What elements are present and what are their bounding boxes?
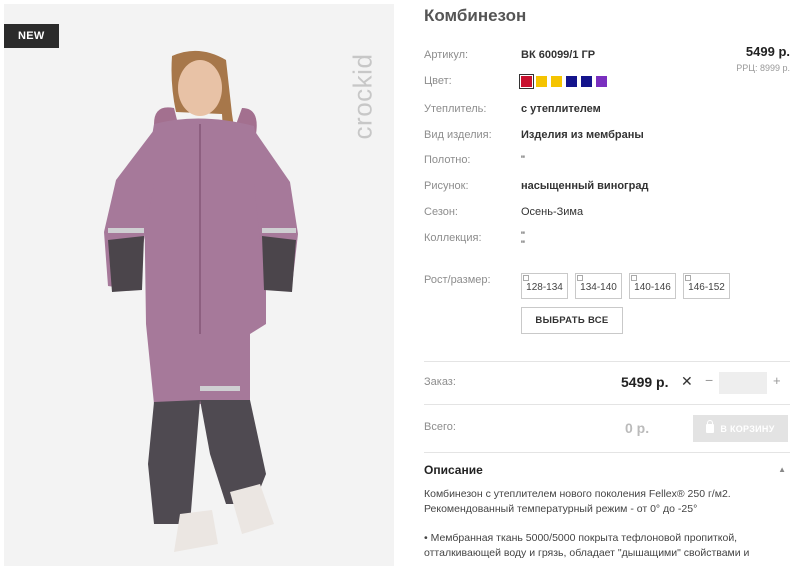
color-swatches (519, 74, 607, 89)
size-option[interactable]: 134-140 (575, 273, 622, 299)
divider (424, 361, 790, 362)
product-photo[interactable]: NEW crockid (4, 4, 394, 566)
checkbox-icon (631, 275, 637, 281)
brand-logo: crockid (347, 53, 378, 140)
new-badge: NEW (4, 24, 59, 48)
divider (424, 452, 790, 453)
description-title[interactable]: Описание (424, 463, 483, 477)
child-jumpsuit-image (4, 4, 394, 566)
description-text-2: • Мембранная ткань 5000/5000 покрыта теф… (424, 532, 750, 559)
checkbox-icon (685, 275, 691, 281)
increase-qty-button[interactable]: + (773, 373, 781, 388)
color-swatch-yellow[interactable] (536, 76, 547, 87)
order-price: 5499 р. (621, 374, 669, 390)
checkbox-icon (523, 275, 529, 281)
multiply-icon: ✕ (681, 373, 693, 389)
color-swatch-red[interactable] (519, 74, 534, 89)
color-swatch-purple[interactable] (596, 76, 607, 87)
product-title: Комбинезон (424, 6, 527, 25)
size-options: 128-134 134-140 140-146 146-152 (521, 273, 730, 299)
checkbox-icon (577, 275, 583, 281)
divider (424, 404, 790, 405)
total-label: Всего: (424, 421, 456, 433)
collapse-icon[interactable]: ▲ (778, 465, 786, 474)
size-option[interactable]: 146-152 (683, 273, 730, 299)
add-to-cart-button[interactable]: В КОРЗИНУ (693, 415, 788, 442)
description-text: Комбинезон с утеплителем нового поколени… (424, 488, 731, 515)
decrease-qty-button[interactable]: − (705, 372, 713, 388)
cart-lock-icon (706, 420, 715, 433)
total-value: 0 р. (625, 420, 650, 436)
quantity-input[interactable] (719, 372, 767, 394)
select-all-button[interactable]: ВЫБРАТЬ ВСЕ (521, 307, 623, 334)
order-label: Заказ: (424, 376, 456, 388)
color-swatch-navy-2[interactable] (581, 76, 592, 87)
size-option[interactable]: 140-146 (629, 273, 676, 299)
size-option[interactable]: 128-134 (521, 273, 568, 299)
product-price: 5499 р. (745, 44, 790, 59)
recommended-price: РРЦ: 8999 р. (736, 63, 790, 73)
color-swatch-yellow-2[interactable] (551, 76, 562, 87)
color-swatch-navy[interactable] (566, 76, 577, 87)
